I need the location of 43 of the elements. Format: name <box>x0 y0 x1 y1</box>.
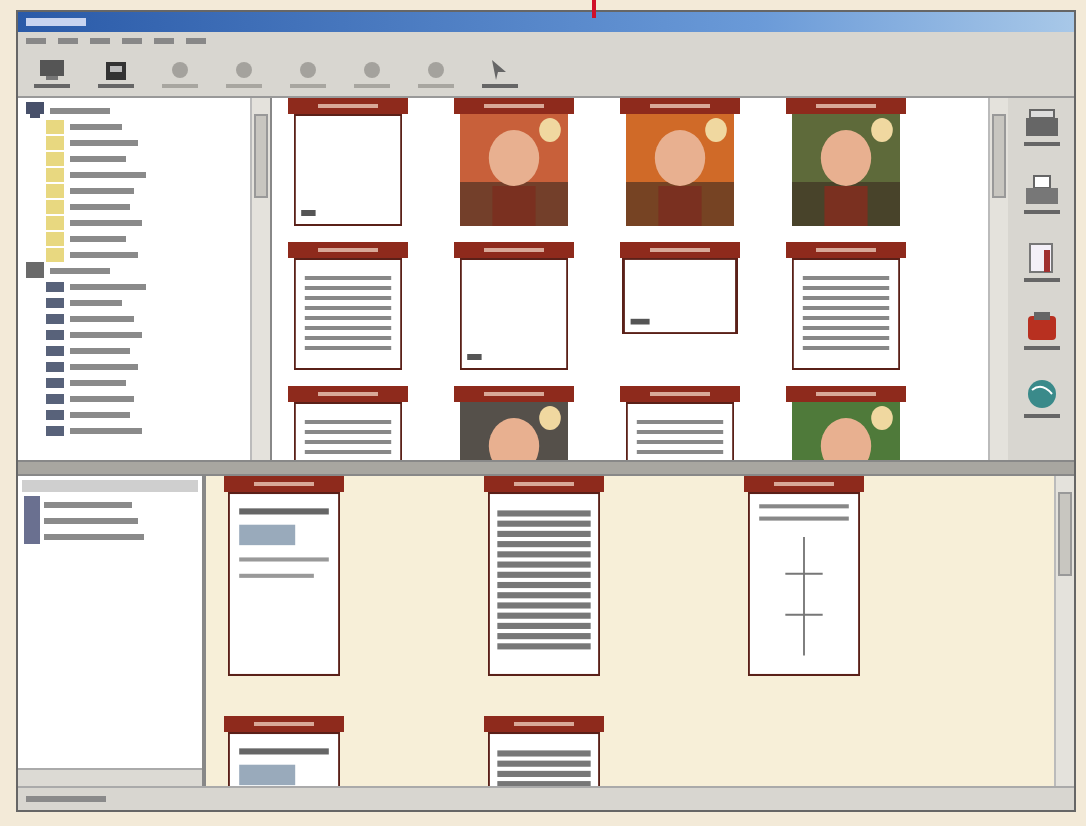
thumbnail-header <box>454 98 574 114</box>
thumbnail-header <box>454 242 574 258</box>
thumbnail-header <box>484 476 604 492</box>
document-thumbnail[interactable] <box>294 258 402 370</box>
thumbnail-header <box>288 98 408 114</box>
document-thumbnail[interactable] <box>488 492 600 676</box>
tool-icon <box>168 57 192 81</box>
thumbnail-header <box>620 242 740 258</box>
thumbnail-header <box>786 386 906 402</box>
thumbnail-header <box>224 716 344 732</box>
thumbnail-header <box>288 242 408 258</box>
document-thumbnail[interactable] <box>792 258 900 370</box>
tool-icon <box>424 57 448 81</box>
scanner-icon <box>104 57 128 81</box>
thumbnail-header <box>224 476 344 492</box>
scrollbar[interactable] <box>988 98 1008 460</box>
scrollbar[interactable] <box>1054 476 1074 786</box>
thumbnail-header <box>288 386 408 402</box>
scanner-icon <box>1023 106 1059 138</box>
app-icon <box>1023 310 1059 342</box>
thumbnail-header <box>786 242 906 258</box>
thumbnail-header <box>484 716 604 732</box>
thumbnail-header <box>744 476 864 492</box>
thumbnail-header <box>620 386 740 402</box>
document-thumbnail[interactable] <box>622 258 738 334</box>
desktop-icon <box>26 102 44 118</box>
globe-icon <box>1023 378 1059 410</box>
tool-icon <box>296 57 320 81</box>
scrollbar[interactable] <box>18 768 202 786</box>
tool-icon <box>232 57 256 81</box>
thumbnail-header <box>786 98 906 114</box>
document-icon <box>1023 242 1059 274</box>
document-thumbnail[interactable] <box>460 258 568 370</box>
thumbnail-header <box>620 98 740 114</box>
computer-icon <box>26 262 44 278</box>
document-thumbnail[interactable] <box>228 492 340 676</box>
document-thumbnail[interactable] <box>294 114 402 226</box>
monitor-icon <box>38 57 66 81</box>
document-thumbnail[interactable] <box>748 492 860 676</box>
printer-icon <box>1023 174 1059 206</box>
tool-icon <box>360 57 384 81</box>
scrollbar[interactable] <box>250 98 270 460</box>
thumbnail-header <box>454 386 574 402</box>
